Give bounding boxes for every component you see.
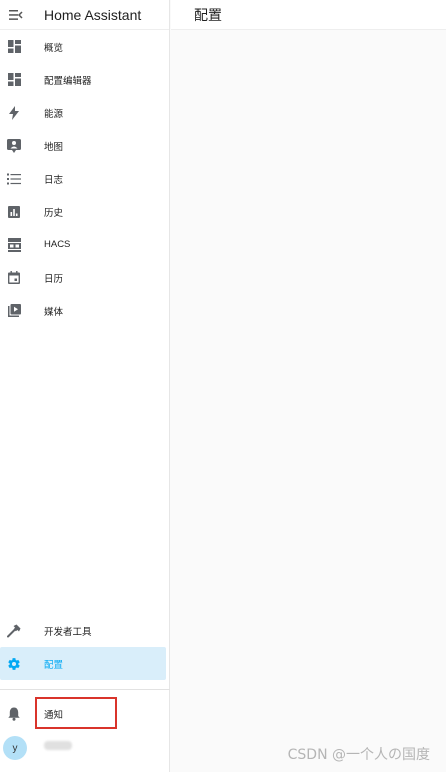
lightning-icon — [6, 105, 22, 121]
gear-icon — [6, 656, 22, 672]
main-header: 配置 — [171, 0, 446, 30]
sidebar-divider — [0, 689, 170, 690]
sidebar-bottom-nav: 开发者工具 配置 — [0, 614, 170, 680]
sidebar-header: Home Assistant — [0, 0, 169, 30]
sidebar-item-label: 概览 — [44, 42, 64, 54]
sidebar-item-label: 开发者工具 — [44, 626, 92, 638]
dashboard-icon — [6, 72, 22, 88]
sidebar-nav: 概览 配置编辑器 能源 地图 日志 历史 HACS 日历 媒体 — [0, 30, 169, 327]
avatar: y — [3, 736, 27, 760]
sidebar-item-config[interactable]: 配置 — [0, 647, 166, 680]
app: Home Assistant 概览 配置编辑器 能源 地图 日志 历史 HACS… — [0, 0, 446, 772]
sidebar-item-label: 配置 — [44, 659, 64, 671]
sidebar-item-config-editor[interactable]: 配置编辑器 — [0, 63, 169, 96]
sidebar-item-label: HACS — [44, 239, 71, 250]
dashboard-icon — [6, 39, 22, 55]
user-name-redacted — [44, 741, 72, 750]
list-icon — [6, 171, 22, 187]
sidebar-item-label: 历史 — [44, 207, 64, 219]
media-icon — [6, 303, 22, 319]
sidebar-item-energy[interactable]: 能源 — [0, 96, 169, 129]
main-content: 配置 CSDN @一个人の国度 — [171, 0, 446, 772]
sidebar-item-map[interactable]: 地图 — [0, 129, 169, 162]
menu-collapse-icon[interactable] — [8, 7, 24, 23]
sidebar-item-calendar[interactable]: 日历 — [0, 261, 169, 294]
sidebar-item-label: 媒体 — [44, 306, 64, 318]
sidebar-item-label: 日志 — [44, 174, 64, 186]
sidebar: Home Assistant 概览 配置编辑器 能源 地图 日志 历史 HACS… — [0, 0, 170, 772]
sidebar-item-hacs[interactable]: HACS — [0, 228, 169, 261]
sidebar-item-label: 地图 — [44, 141, 64, 153]
watermark: CSDN @一个人の国度 — [287, 747, 430, 763]
sidebar-item-overview[interactable]: 概览 — [0, 30, 169, 63]
user-profile-item[interactable]: y — [0, 733, 170, 763]
sidebar-item-media[interactable]: 媒体 — [0, 294, 169, 327]
app-title: Home Assistant — [44, 6, 142, 23]
sidebar-item-developer-tools[interactable]: 开发者工具 — [0, 614, 170, 647]
page-title: 配置 — [194, 6, 222, 23]
hammer-icon — [6, 623, 22, 639]
sidebar-item-label: 能源 — [44, 108, 64, 120]
highlight-box — [35, 697, 117, 729]
calendar-icon — [6, 270, 22, 286]
sidebar-item-history[interactable]: 历史 — [0, 195, 169, 228]
sidebar-item-label: 日历 — [44, 273, 64, 285]
hacs-icon — [6, 237, 22, 253]
chart-icon — [6, 204, 22, 220]
sidebar-item-label: 配置编辑器 — [44, 75, 92, 87]
sidebar-item-logbook[interactable]: 日志 — [0, 162, 169, 195]
bell-icon — [6, 706, 22, 722]
map-person-icon — [6, 138, 22, 154]
